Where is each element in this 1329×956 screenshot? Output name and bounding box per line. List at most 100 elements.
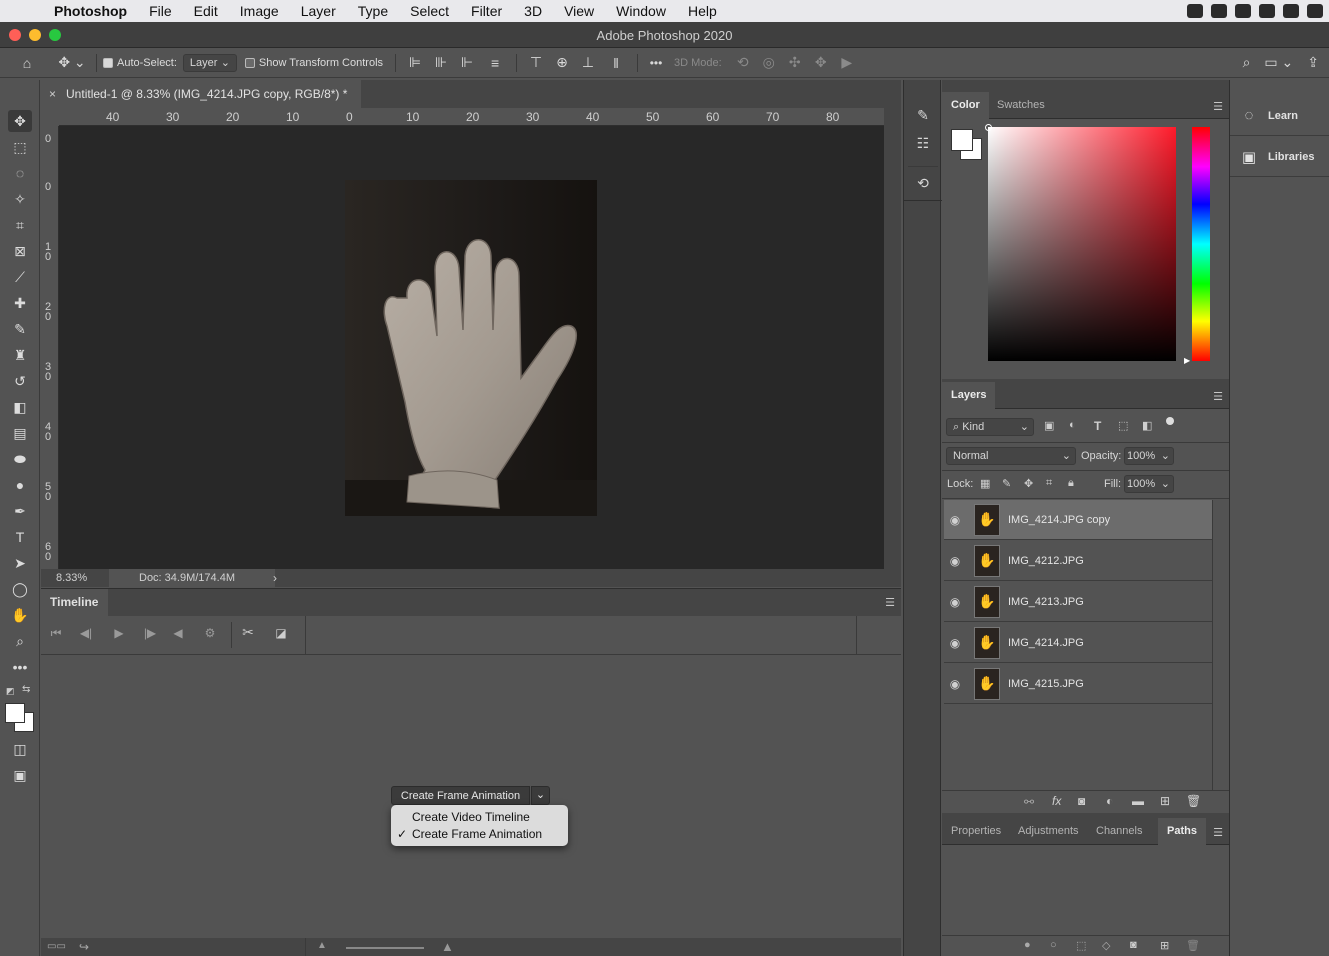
align-left-icon[interactable]: ⊫ xyxy=(402,54,428,71)
crop-tool-icon[interactable]: ⌗ xyxy=(8,214,32,236)
lock-all-icon[interactable]: 🔒︎ xyxy=(1068,477,1074,490)
hand-tool-icon[interactable]: ✋ xyxy=(8,604,32,626)
layer-row[interactable]: ◉ ✋ IMG_4213.JPG xyxy=(944,582,1212,622)
split-scissors-icon[interactable]: ✂ xyxy=(239,624,257,641)
tab-adjustments[interactable]: Adjustments xyxy=(1009,818,1088,845)
path-selection-tool-icon[interactable]: ➤ xyxy=(8,552,32,574)
lock-image-icon[interactable]: ✎ xyxy=(1002,477,1011,490)
gradient-tool-icon[interactable]: ▤ xyxy=(8,422,32,444)
create-frame-animation-button[interactable]: Create Frame Animation xyxy=(391,786,530,805)
new-group-icon[interactable]: ▬ xyxy=(1132,794,1144,808)
hue-slider-handle-icon[interactable]: ▶ xyxy=(1184,356,1190,365)
layer-row[interactable]: ◉ ✋ IMG_4214.JPG copy xyxy=(944,500,1212,540)
audio-icon[interactable]: ◀ xyxy=(169,626,187,640)
libraries-panel-button[interactable]: ▣ Libraries xyxy=(1230,137,1329,177)
adjust-sliders-icon[interactable]: ☷ xyxy=(911,132,935,154)
marquee-tool-icon[interactable]: ⬚ xyxy=(8,136,32,158)
ruler-left[interactable]: 0 0 1 0 2 0 3 0 4 0 5 0 6 0 xyxy=(41,126,59,569)
show-transform-checkbox[interactable] xyxy=(244,57,255,68)
eraser-tool-icon[interactable]: ◧ xyxy=(8,396,32,418)
auto-select-dropdown[interactable]: Layer ⌄ xyxy=(182,53,237,72)
spotlight-icon[interactable] xyxy=(1307,4,1323,18)
cloud-sync-icon[interactable] xyxy=(1211,4,1227,18)
brush-tool-icon[interactable]: ✎ xyxy=(8,318,32,340)
zoom-level[interactable]: 8.33% xyxy=(56,572,87,584)
layer-row[interactable]: ◉ ✋ IMG_4214.JPG xyxy=(944,623,1212,663)
paths-panel-menu-icon[interactable]: ☰ xyxy=(1213,826,1223,839)
close-tab-icon[interactable]: × xyxy=(49,87,56,101)
color-panel-menu-icon[interactable]: ☰ xyxy=(1213,100,1223,113)
menu-view[interactable]: View xyxy=(553,3,605,19)
timeline-menu-icon[interactable]: ☰ xyxy=(885,596,895,609)
tab-paths[interactable]: Paths xyxy=(1158,818,1206,845)
visibility-eye-icon[interactable]: ◉ xyxy=(944,636,966,650)
tab-properties[interactable]: Properties xyxy=(942,818,1010,845)
color-picker-marker[interactable] xyxy=(985,124,992,131)
visibility-eye-icon[interactable]: ◉ xyxy=(944,677,966,691)
canvas-area[interactable] xyxy=(59,126,884,569)
fill-input[interactable]: 100% ⌄ xyxy=(1124,475,1174,493)
layer-row[interactable]: ◉ ✋ IMG_4212.JPG xyxy=(944,541,1212,581)
color-foreground-swatch[interactable] xyxy=(951,129,973,151)
history-icon[interactable]: ⟲ xyxy=(911,172,935,194)
screen-mode-icon[interactable]: ▣ xyxy=(8,764,32,786)
timeline-zoom-slider[interactable] xyxy=(346,947,424,949)
add-vector-mask-icon[interactable]: ◙ xyxy=(1130,939,1137,951)
tab-layers[interactable]: Layers xyxy=(942,382,996,409)
history-brush-tool-icon[interactable]: ↺ xyxy=(8,370,32,392)
filter-toggle-icon[interactable] xyxy=(1166,417,1174,425)
lock-artboard-icon[interactable]: ⌗ xyxy=(1046,477,1052,490)
menu-app-photoshop[interactable]: Photoshop xyxy=(40,3,138,19)
tab-color[interactable]: Color xyxy=(942,92,989,119)
menu-select[interactable]: Select xyxy=(399,3,460,19)
filter-smart-object-icon[interactable]: ◧ xyxy=(1142,419,1152,432)
delete-path-icon[interactable]: 🗑︎ xyxy=(1186,939,1200,952)
menu-filter[interactable]: Filter xyxy=(460,3,513,19)
creative-cloud-icon[interactable] xyxy=(1187,4,1203,18)
menu-layer[interactable]: Layer xyxy=(290,3,347,19)
home-icon[interactable]: ⌂ xyxy=(0,55,54,71)
blur-tool-icon[interactable]: ⬬ xyxy=(8,448,32,470)
lock-transparent-icon[interactable]: ▦ xyxy=(980,477,990,490)
menu-edit[interactable]: Edit xyxy=(183,3,229,19)
tab-swatches[interactable]: Swatches xyxy=(988,92,1054,119)
new-adjustment-icon[interactable]: ◐ xyxy=(1106,794,1113,808)
visibility-eye-icon[interactable]: ◉ xyxy=(944,513,966,527)
fx-icon[interactable]: fx xyxy=(1052,794,1061,808)
layer-filter-kind-dropdown[interactable]: ⌕ Kind ⌄ xyxy=(946,418,1034,436)
menu-type[interactable]: Type xyxy=(347,3,399,19)
healing-brush-tool-icon[interactable]: ✚ xyxy=(8,292,32,314)
ruler-top[interactable]: 40 30 20 10 0 10 20 30 40 50 60 70 80 xyxy=(59,108,884,126)
brush-settings-icon[interactable]: ✎ xyxy=(911,104,935,126)
first-frame-icon[interactable]: ⏮ xyxy=(47,626,65,641)
ellipse-tool-icon[interactable]: ◯ xyxy=(8,578,32,600)
menu-item-create-video-timeline[interactable]: Create Video Timeline xyxy=(391,809,568,826)
fill-path-icon[interactable]: ● xyxy=(1024,939,1031,951)
color-field[interactable] xyxy=(988,127,1176,361)
link-layers-icon[interactable]: ⚯ xyxy=(1024,795,1034,809)
frame-tool-icon[interactable]: ⊠ xyxy=(8,240,32,262)
vertical-scrollbar[interactable] xyxy=(884,108,901,569)
chevron-down-icon[interactable]: ⌄ xyxy=(531,786,550,805)
magic-wand-tool-icon[interactable]: ✧ xyxy=(8,188,32,210)
auto-select-checkbox[interactable] xyxy=(103,57,113,68)
layers-panel-menu-icon[interactable]: ☰ xyxy=(1213,390,1223,403)
menu-3d[interactable]: 3D xyxy=(513,3,553,19)
trash-icon[interactable]: 🗑︎ xyxy=(1186,794,1201,808)
menu-item-create-frame-animation[interactable]: ✓ Create Frame Animation xyxy=(391,826,568,843)
type-tool-icon[interactable]: T xyxy=(8,526,32,548)
align-center-icon[interactable]: ⊪ xyxy=(428,54,454,71)
document-image[interactable] xyxy=(345,180,597,516)
convert-frames-icon[interactable]: ▭▭ xyxy=(47,941,66,952)
opacity-input[interactable]: 100% ⌄ xyxy=(1124,447,1174,465)
tab-timeline[interactable]: Timeline xyxy=(41,589,108,616)
pen-tool-icon[interactable]: ✒ xyxy=(8,500,32,522)
quick-mask-icon[interactable]: ◫ xyxy=(8,738,32,760)
workspace-icon[interactable]: ▭ ⌄ xyxy=(1264,54,1293,71)
filter-type-icon[interactable]: T xyxy=(1094,419,1101,433)
new-layer-icon[interactable]: ⊞ xyxy=(1160,794,1170,808)
filter-adjustment-icon[interactable]: ◐ xyxy=(1069,419,1076,431)
new-path-icon[interactable]: ⊞ xyxy=(1160,939,1169,952)
render-video-icon[interactable]: ↪ xyxy=(79,940,89,954)
lasso-tool-icon[interactable]: ◌ xyxy=(8,162,32,184)
